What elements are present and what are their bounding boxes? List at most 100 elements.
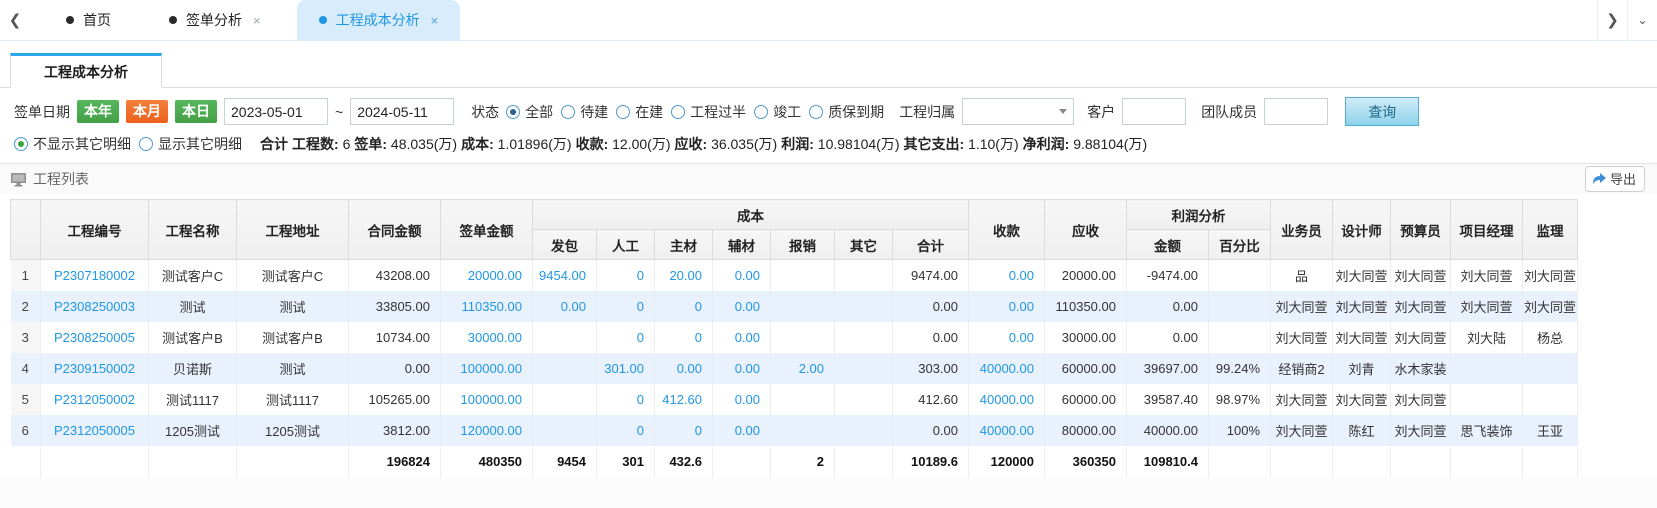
- tab-close-icon[interactable]: ×: [253, 13, 261, 28]
- summary-item-value: 10.98104(万): [818, 136, 900, 152]
- summary-item: 签单: 48.035(万): [354, 134, 457, 154]
- table-row[interactable]: 5P2312050002测试1117测试1117105265.00100000.…: [11, 384, 1578, 415]
- team-member-input[interactable]: [1264, 98, 1328, 125]
- search-button[interactable]: 查询: [1345, 97, 1419, 126]
- column-header: 设计师: [1333, 200, 1391, 260]
- cell: 43208.00: [349, 260, 441, 291]
- cell: 刘大同萱: [1391, 415, 1451, 446]
- project-code-link[interactable]: P2307180002: [41, 260, 149, 291]
- window-tab[interactable]: 工程成本分析×: [297, 0, 461, 41]
- radio-option[interactable]: 在建: [616, 102, 663, 122]
- this-month-button[interactable]: 本月: [126, 100, 168, 123]
- radio-icon[interactable]: [139, 137, 153, 151]
- column-header: 合同金额: [349, 200, 441, 260]
- cell: [771, 415, 835, 446]
- summary-item-label: 其它支出:: [904, 136, 969, 152]
- radio-selected-icon[interactable]: [506, 105, 520, 119]
- column-header: 工程编号: [41, 200, 149, 260]
- table-row[interactable]: 6P23120500051205测试1205测试3812.00120000.00…: [11, 415, 1578, 446]
- tab-close-icon[interactable]: ×: [431, 13, 439, 28]
- cell: -9474.00: [1127, 260, 1209, 291]
- table-row[interactable]: 2P2308250003测试测试33805.00110350.000.00000…: [11, 291, 1578, 322]
- column-header: 工程名称: [149, 200, 237, 260]
- customer-label: 客户: [1087, 102, 1115, 122]
- summary-item-label: 成本:: [461, 136, 498, 152]
- cell: 0.00: [1127, 322, 1209, 353]
- cell: 测试1117: [149, 384, 237, 415]
- radio-option[interactable]: 不显示其它明细: [14, 134, 131, 154]
- amount-cell: 0.00: [655, 353, 713, 384]
- page-tab-project-cost-analysis[interactable]: 工程成本分析: [10, 53, 162, 88]
- tabs-scroll-right-icon[interactable]: ❯: [1597, 0, 1627, 41]
- cell: 0.00: [893, 291, 969, 322]
- radio-option[interactable]: 工程过半: [671, 102, 746, 122]
- amount-cell: 412.60: [655, 384, 713, 415]
- radio-icon[interactable]: [754, 105, 768, 119]
- total-cell: [1271, 446, 1333, 478]
- tab-dot-icon: [169, 16, 177, 24]
- cell: 303.00: [893, 353, 969, 384]
- radio-option[interactable]: 显示其它明细: [139, 134, 242, 154]
- project-code-link[interactable]: P2308250003: [41, 291, 149, 322]
- tabs-menu-icon[interactable]: ⌄: [1627, 0, 1657, 41]
- summary-item-label: 签单:: [354, 136, 391, 152]
- cell: 王亚: [1523, 415, 1578, 446]
- project-belong-select[interactable]: [962, 98, 1074, 125]
- total-cell: [1333, 446, 1391, 478]
- date-to-input[interactable]: [350, 98, 454, 125]
- today-button[interactable]: 本日: [175, 100, 217, 123]
- totals-row: 1968244803509454301432.6210189.612000036…: [11, 446, 1578, 478]
- cell: [771, 260, 835, 291]
- detail-toggle-group: 不显示其它明细显示其它明细: [14, 134, 250, 154]
- cell: 测试客户C: [237, 260, 349, 291]
- window-tabs: 首页签单分析× 工程成本分析×: [44, 0, 460, 41]
- cell: [835, 291, 893, 322]
- table-row[interactable]: 1P2307180002测试客户C测试客户C43208.0020000.0094…: [11, 260, 1578, 291]
- radio-option[interactable]: 全部: [506, 102, 553, 122]
- cell: 20000.00: [1045, 260, 1127, 291]
- radio-icon[interactable]: [616, 105, 630, 119]
- radio-icon[interactable]: [809, 105, 823, 119]
- project-code-link[interactable]: P2312050002: [41, 384, 149, 415]
- cell: [771, 384, 835, 415]
- project-code-link[interactable]: P2312050005: [41, 415, 149, 446]
- filter-row: 签单日期 本年 本月 本日 ~ 状态 全部待建在建工程过半竣工质保到期 工程归属…: [0, 88, 1657, 131]
- cell: [771, 291, 835, 322]
- radio-icon[interactable]: [561, 105, 575, 119]
- summary-item-value: 1.10(万): [968, 136, 1019, 152]
- column-header: 收款: [969, 200, 1045, 260]
- window-tab[interactable]: 签单分析×: [147, 0, 283, 41]
- summary-item: 应收: 36.035(万): [675, 134, 778, 154]
- tabs-scroll-left-icon[interactable]: ❮: [0, 0, 30, 41]
- row-index: 4: [11, 353, 41, 384]
- radio-option[interactable]: 竣工: [754, 102, 801, 122]
- total-cell: 196824: [349, 446, 441, 478]
- radio-selected-icon[interactable]: [14, 137, 28, 151]
- table-row[interactable]: 3P2308250005测试客户B测试客户B10734.0030000.0000…: [11, 322, 1578, 353]
- total-cell: 2: [771, 446, 835, 478]
- this-year-button[interactable]: 本年: [77, 100, 119, 123]
- date-from-input[interactable]: [224, 98, 328, 125]
- amount-cell: 0.00: [713, 415, 771, 446]
- cell: 30000.00: [1045, 322, 1127, 353]
- cost-sub-header: 人工: [597, 230, 655, 260]
- radio-option[interactable]: 待建: [561, 102, 608, 122]
- cell: [533, 322, 597, 353]
- export-label: 导出: [1610, 169, 1636, 188]
- summary-item: 收款: 12.00(万): [576, 134, 671, 154]
- radio-option[interactable]: 质保到期: [809, 102, 884, 122]
- table-row[interactable]: 4P2309150002贝诺斯测试0.00100000.00301.000.00…: [11, 353, 1578, 384]
- cell: 33805.00: [349, 291, 441, 322]
- project-code-link[interactable]: P2308250005: [41, 322, 149, 353]
- cell: [771, 322, 835, 353]
- customer-input[interactable]: [1122, 98, 1186, 125]
- window-tab[interactable]: 首页: [44, 0, 133, 41]
- amount-cell: 20.00: [655, 260, 713, 291]
- project-code-link[interactable]: P2309150002: [41, 353, 149, 384]
- radio-icon[interactable]: [671, 105, 685, 119]
- cell: 刘大同萱: [1523, 260, 1578, 291]
- amount-cell: 100000.00: [441, 353, 533, 384]
- export-button[interactable]: 导出: [1585, 166, 1645, 192]
- cell: 刘大同萱: [1333, 384, 1391, 415]
- cell: 思飞装饰: [1451, 415, 1523, 446]
